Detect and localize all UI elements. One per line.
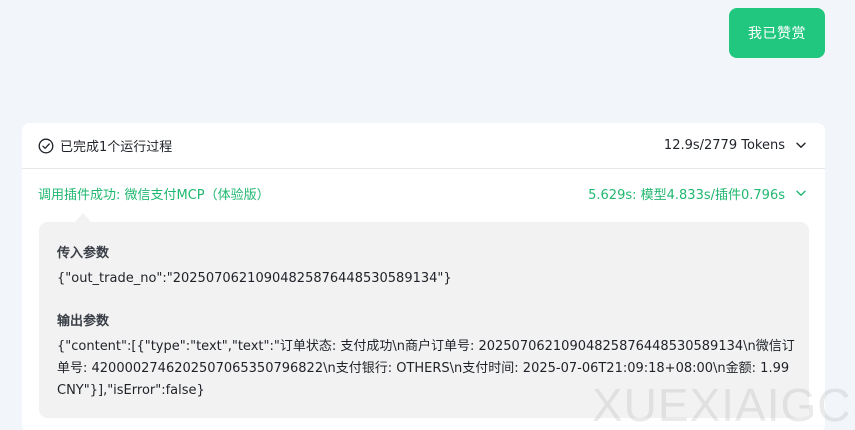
watermark: XUEXIAIGC bbox=[592, 379, 852, 430]
run-status: 已完成1个运行过程 bbox=[38, 136, 172, 155]
user-message-text: 我已赞赏 bbox=[748, 26, 806, 42]
user-message-bubble: 我已赞赏 bbox=[729, 8, 825, 58]
detail-pointer bbox=[75, 213, 91, 222]
input-params-value: {"out_trade_no":"20250706210904825876448… bbox=[57, 271, 452, 286]
plugin-call-row[interactable]: 调用插件成功: 微信支付MCP（体验版） 5.629s: 模型4.833s/插件… bbox=[22, 170, 825, 216]
run-summary-header[interactable]: 已完成1个运行过程 12.9s/2779 Tokens bbox=[22, 123, 825, 169]
run-status-text: 已完成1个运行过程 bbox=[60, 140, 173, 155]
plugin-timing-text: 5.629s: 模型4.833s/插件0.796s bbox=[588, 187, 785, 203]
check-circle-icon bbox=[38, 138, 54, 154]
output-params-title: 输出参数 bbox=[57, 314, 110, 329]
timing-tokens-text: 12.9s/2779 Tokens bbox=[663, 138, 785, 153]
run-metrics: 12.9s/2779 Tokens bbox=[664, 138, 807, 153]
plugin-call-label: 调用插件成功: 微信支付MCP（体验版） bbox=[38, 187, 270, 203]
input-params-title: 传入参数 bbox=[57, 246, 110, 261]
chevron-down-icon[interactable] bbox=[795, 140, 807, 152]
chat-page: 我已赞赏 已完成1个运行过程 12.9s/2779 Tokens 调用插件成功:… bbox=[0, 0, 855, 430]
chevron-down-icon[interactable] bbox=[795, 187, 807, 199]
plugin-call-metrics: 5.629s: 模型4.833s/插件0.796s bbox=[588, 184, 807, 203]
